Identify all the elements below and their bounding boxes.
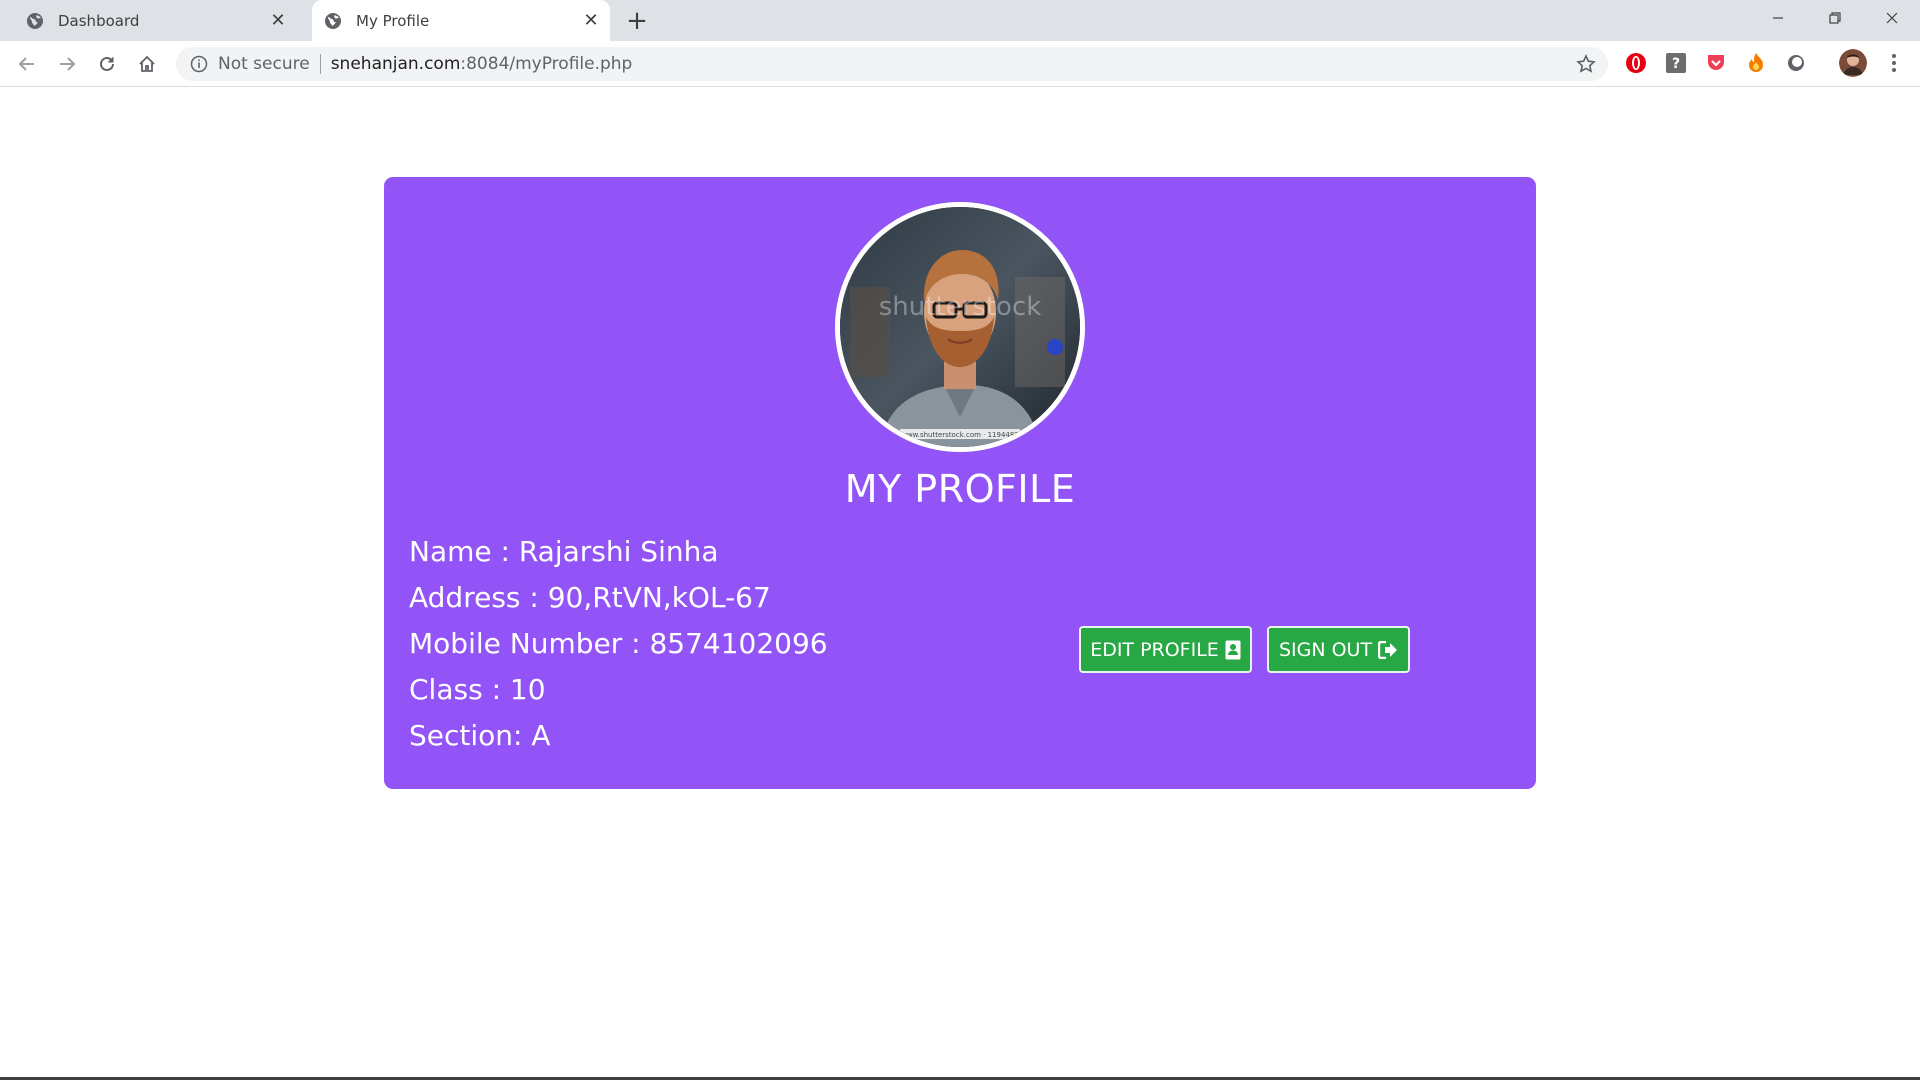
bookmark-star-icon[interactable] [1576, 54, 1596, 74]
detail-section: Section: A [409, 719, 551, 752]
edit-profile-label: EDIT PROFILE [1090, 638, 1219, 661]
menu-kebab-icon[interactable] [1883, 52, 1905, 74]
opera-extension-icon[interactable] [1625, 52, 1647, 74]
watermark-text: shutterstock [879, 292, 1042, 322]
detail-name: Name : Rajarshi Sinha [409, 535, 719, 568]
globe-icon [27, 12, 43, 29]
window-controls [1749, 0, 1920, 41]
restore-icon[interactable] [1806, 0, 1863, 36]
profile-photo: shutterstock www.shutterstock.com · 1194… [835, 202, 1085, 452]
help-extension-icon[interactable]: ? [1665, 52, 1687, 74]
address-bar[interactable]: Not secure snehanjan.com:8084/myProfile.… [176, 47, 1608, 81]
home-icon[interactable] [132, 49, 162, 79]
new-tab-button[interactable]: + [622, 6, 652, 36]
fire-extension-icon[interactable] [1745, 52, 1767, 74]
tab-dashboard[interactable]: Dashboard ✕ [0, 0, 305, 41]
sign-out-label: SIGN OUT [1278, 638, 1373, 661]
person-photo-illustration: shutterstock www.shutterstock.com · 1194… [840, 207, 1080, 447]
detail-class: Class : 10 [409, 673, 546, 706]
separator [319, 54, 321, 74]
tab-title: Dashboard [58, 11, 140, 30]
url-host: snehanjan.com [330, 54, 461, 74]
minimize-icon[interactable] [1749, 0, 1806, 36]
profile-details: Name : Rajarshi Sinha Address : 90,RtVN,… [409, 529, 828, 759]
page-title: MY PROFILE [844, 467, 1076, 511]
sign-out-icon [1378, 640, 1398, 659]
globe-icon [325, 12, 341, 29]
tab-title: My Profile [356, 11, 430, 30]
reload-icon[interactable] [92, 49, 122, 79]
id-card-icon [1225, 640, 1241, 659]
profile-avatar-icon[interactable] [1839, 49, 1867, 77]
watermark-small-text: www.shutterstock.com · 1194487 [901, 431, 1019, 439]
info-icon[interactable] [190, 55, 208, 73]
security-label: Not secure [218, 54, 310, 74]
detail-mobile: Mobile Number : 8574102096 [409, 627, 828, 660]
detail-address: Address : 90,RtVN,kOL-67 [409, 581, 771, 614]
circle-extension-icon[interactable] [1785, 52, 1807, 74]
back-icon[interactable] [12, 49, 42, 79]
close-tab-icon[interactable]: ✕ [578, 8, 604, 34]
tab-strip: Dashboard ✕ My Profile ✕ + [0, 0, 1920, 41]
pocket-extension-icon[interactable] [1705, 52, 1727, 74]
profile-card: shutterstock www.shutterstock.com · 1194… [384, 177, 1536, 789]
svg-text:?: ? [1672, 56, 1680, 72]
tab-my-profile[interactable]: My Profile ✕ [312, 0, 610, 41]
url-path: :8084/myProfile.php [460, 54, 633, 74]
sign-out-button[interactable]: SIGN OUT [1267, 626, 1410, 673]
close-tab-icon[interactable]: ✕ [265, 8, 291, 34]
close-window-icon[interactable] [1863, 0, 1920, 36]
edit-profile-button[interactable]: EDIT PROFILE [1079, 626, 1252, 673]
forward-icon[interactable] [52, 49, 82, 79]
